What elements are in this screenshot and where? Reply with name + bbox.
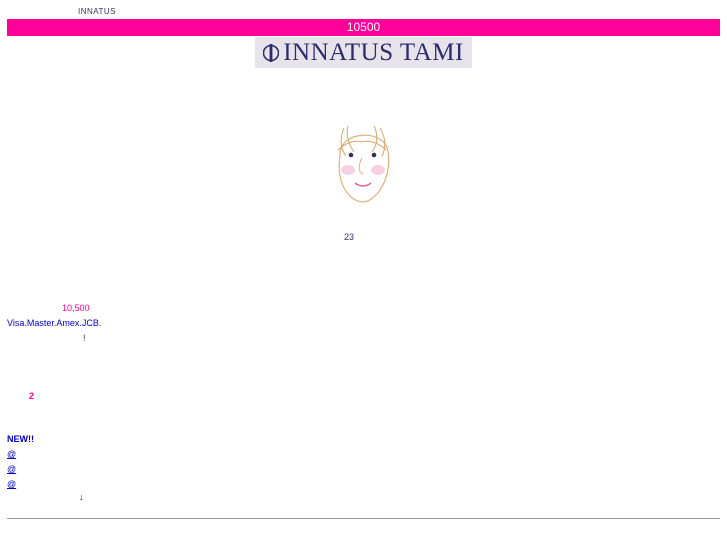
top-label: INNATUS bbox=[78, 7, 117, 16]
price-banner: 10500 bbox=[7, 19, 720, 36]
brand-logo[interactable]: INNATUS TAMI bbox=[255, 37, 472, 68]
email-link-2[interactable]: @ bbox=[7, 464, 107, 474]
logo-mark-icon bbox=[263, 43, 280, 62]
face-illustration bbox=[337, 125, 390, 203]
age-text: 23 bbox=[344, 232, 355, 242]
logo-text: INNATUS TAMI bbox=[283, 39, 464, 66]
divider bbox=[7, 518, 720, 519]
email-link-1[interactable]: @ bbox=[7, 449, 96, 459]
count-text: 2 bbox=[29, 391, 35, 401]
accepted-cards-text: Visa.Master.Amex.JCB. bbox=[7, 318, 102, 328]
down-arrow-icon: ↓ bbox=[79, 492, 84, 502]
price-text: 10,500 bbox=[62, 303, 90, 313]
new-label: NEW!! bbox=[7, 434, 34, 444]
email-link-3[interactable]: @ bbox=[7, 479, 104, 489]
exclamation-text: ! bbox=[83, 333, 86, 343]
